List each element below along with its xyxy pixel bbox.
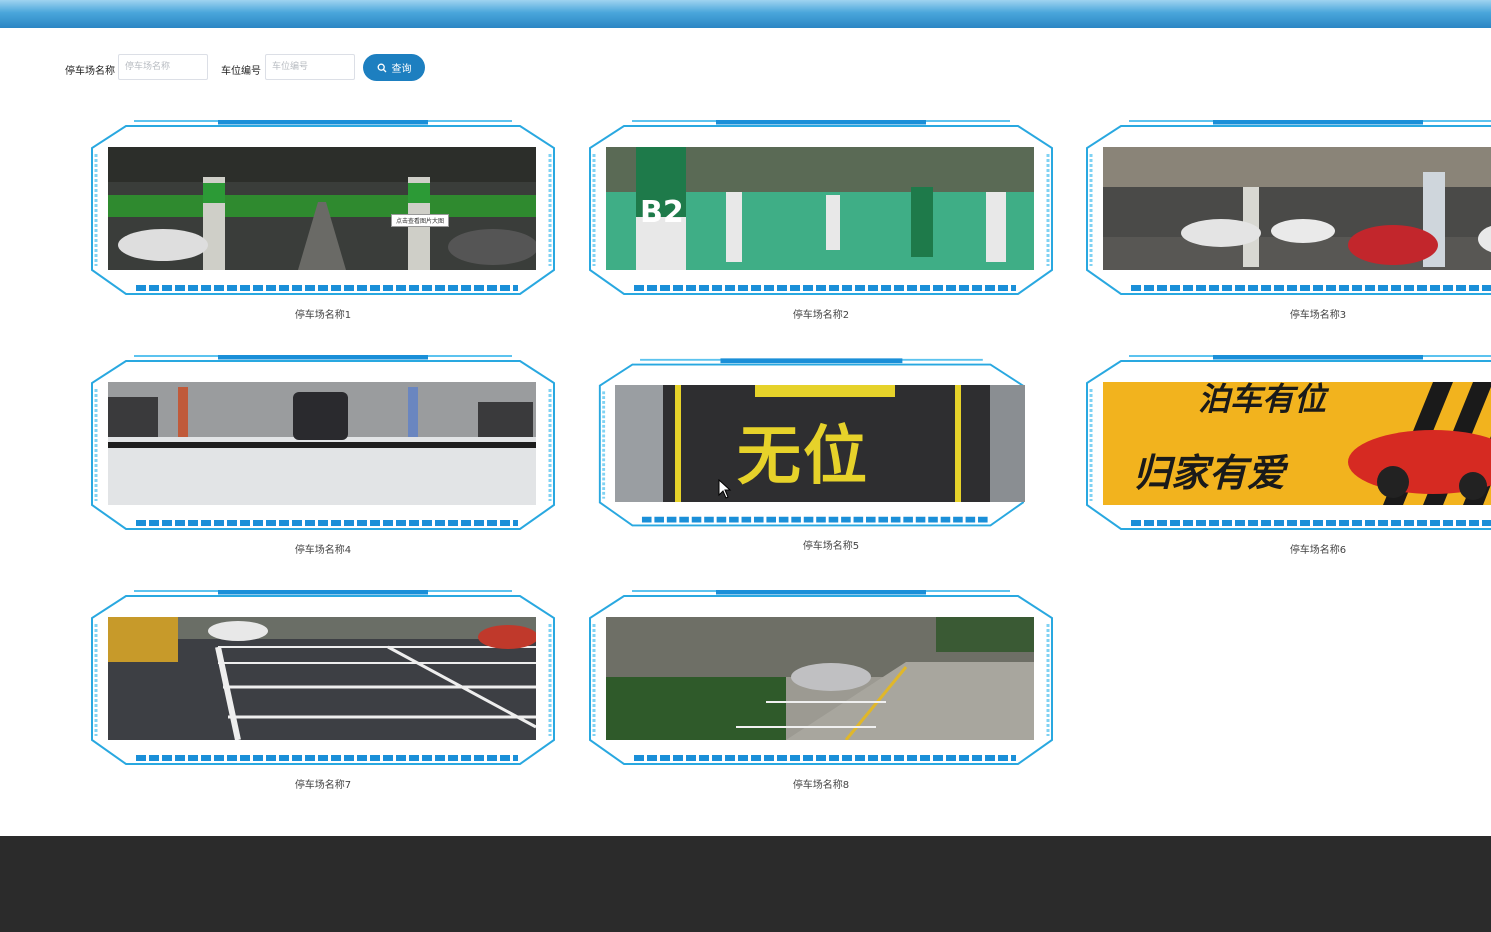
parking-card-caption: 停车场名称7 [294,780,352,791]
parking-card-caption: 停车场名称6 [1289,545,1347,556]
parking-card[interactable]: 泊车有位 归家有爱 停车场名称6 [1083,355,1491,556]
space-code-input[interactable] [265,54,355,80]
query-button-label: 查询 [391,64,412,75]
image-tooltip: 点击查看图片大图 [391,214,450,227]
parking-photo[interactable]: 点击查看图片大图 [108,147,536,270]
query-button[interactable]: 查询 [363,54,425,81]
mouse-cursor-icon [718,479,732,499]
parking-card-caption: 停车场名称2 [792,310,850,321]
search-icon [377,63,386,72]
parking-card[interactable]: 停车场名称7 [88,590,558,791]
top-header-bar [0,0,1491,28]
parking-card[interactable]: 停车场名称8 [586,590,1056,791]
page-footer [0,836,1491,932]
parking-card-caption: 停车场名称3 [1289,310,1347,321]
ad-line-1: 泊车有位 [1198,382,1327,418]
parking-name-label: 停车场名称 [65,66,115,77]
parking-card[interactable]: B2 停车场名称2 [586,120,1056,321]
parking-card[interactable]: 停车场名称3 [1083,120,1491,321]
parking-card-caption: 停车场名称1 [294,310,352,321]
parking-name-input[interactable] [118,54,208,80]
search-bar: 停车场名称 车位编号 查询 [0,54,1491,84]
parking-photo[interactable]: 无位 [615,385,1025,502]
paint-text: 无位 [737,420,869,494]
parking-photo[interactable] [108,617,536,740]
parking-card-caption: 停车场名称5 [802,541,860,552]
parking-card[interactable]: 无位 停车场名称5 [596,355,1066,555]
parking-card[interactable]: 停车场名称4 [88,355,558,556]
parking-card-caption: 停车场名称8 [792,780,850,791]
parking-card[interactable]: 点击查看图片大图 停车场名称1 [88,120,558,321]
parking-photo[interactable] [606,617,1034,740]
parking-card-caption: 停车场名称4 [294,545,352,556]
level-sign: B2 [640,195,684,230]
space-code-label: 车位编号 [221,66,261,77]
parking-photo[interactable]: 泊车有位 归家有爱 [1103,382,1491,505]
parking-photo[interactable] [1103,147,1491,270]
ad-line-2: 归家有爱 [1133,451,1286,495]
parking-photo[interactable] [108,382,536,505]
parking-photo[interactable]: B2 [606,147,1034,270]
